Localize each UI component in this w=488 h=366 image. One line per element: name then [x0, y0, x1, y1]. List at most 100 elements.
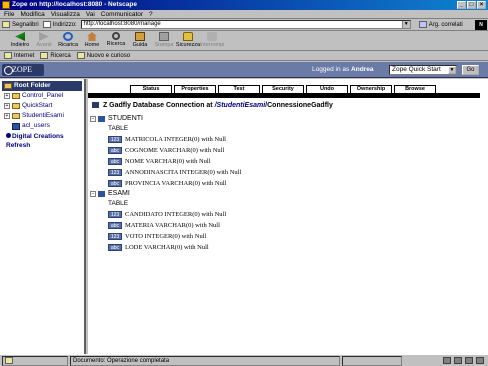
zope-logo[interactable]: ZOPE — [2, 64, 44, 76]
bookmark-icon — [2, 21, 10, 28]
column-row: abc COGNOME VARCHAR(0) with Null — [90, 145, 470, 156]
address-label-group: Indirizzo: — [42, 21, 77, 28]
table-name: STUDENTI — [108, 115, 143, 122]
root-folder-link[interactable]: Root Folder — [2, 81, 82, 91]
internet-link[interactable]: Internet — [4, 52, 34, 59]
menu-view[interactable]: Visualizza — [51, 10, 80, 18]
stop-button[interactable]: Interrompi — [200, 31, 224, 51]
column-label: LODE VARCHAR(0) with Null — [125, 244, 209, 251]
column-label: NOME VARCHAR(0) with Null — [125, 158, 211, 165]
printer-icon — [159, 32, 169, 41]
related-icon — [418, 21, 427, 28]
column-label: PROVINCIA VARCHAR(0) with Null — [125, 180, 227, 187]
back-button[interactable]: Indietro — [8, 31, 32, 51]
new-link[interactable]: Nuovo e curioso — [76, 52, 130, 59]
column-label: VOTO INTEGER(0) with Null — [125, 233, 207, 240]
table-kind: TABLE — [108, 200, 129, 207]
refresh-link[interactable]: Refresh — [0, 141, 84, 150]
logged-in-user: Andrea — [351, 66, 374, 73]
forward-label: Avanti — [36, 42, 52, 48]
collapse-icon[interactable]: − — [90, 191, 96, 197]
minimize-button[interactable]: _ — [457, 1, 466, 9]
component-bar — [404, 356, 488, 366]
breadcrumb-current: ConnessioneGadfly — [267, 102, 333, 109]
tab-browse[interactable]: Browse — [394, 85, 436, 93]
forward-button[interactable]: Avanti — [32, 31, 56, 51]
reload-button[interactable]: Ricarica — [56, 31, 80, 51]
logged-in-prefix: Logged in as — [312, 66, 350, 73]
address-book-icon[interactable] — [476, 357, 484, 364]
breadcrumb-path-link[interactable]: /StudentiEsami — [215, 102, 266, 109]
tree-item-label: Control_Panel — [22, 92, 64, 99]
back-arrow-icon — [15, 32, 25, 41]
tree-item-quickstart[interactable]: + QuickStart — [0, 101, 84, 111]
integer-type-icon: 123 — [108, 169, 122, 176]
mail-icon[interactable] — [454, 357, 462, 364]
tree-item-studentiesami[interactable]: + StudentiEsami — [0, 111, 84, 121]
related-label: Arg. correlati — [428, 21, 463, 28]
maximize-button[interactable]: □ — [467, 1, 476, 9]
menu-file[interactable]: File — [4, 10, 14, 18]
expand-icon[interactable]: + — [4, 113, 10, 119]
security-status[interactable] — [2, 355, 68, 366]
user-folder-icon — [12, 123, 20, 130]
composer-icon[interactable] — [465, 357, 473, 364]
navigator-icon[interactable] — [443, 357, 451, 364]
security-button[interactable]: Sicurezza — [176, 31, 200, 51]
search-button[interactable]: Ricerca — [104, 31, 128, 51]
quick-start-value: Zope Quick Start — [392, 66, 441, 73]
tree-item-control-panel[interactable]: + Control_Panel — [0, 91, 84, 101]
expand-icon[interactable]: + — [4, 93, 10, 99]
guide-icon — [135, 32, 145, 41]
table-node-studenti[interactable]: − STUDENTI — [90, 114, 470, 124]
home-button[interactable]: Home — [80, 31, 104, 51]
column-label: MATERIA VARCHAR(0) with Null — [125, 222, 220, 229]
menu-edit[interactable]: Modifica — [20, 10, 44, 18]
tab-undo[interactable]: Undo — [306, 85, 348, 93]
tab-underline — [88, 93, 480, 98]
related-button[interactable]: Arg. correlati — [418, 21, 463, 28]
column-row: abc NOME VARCHAR(0) with Null — [90, 156, 470, 167]
location-bar: Segnalibri Indirizzo: http://localhost:8… — [0, 19, 488, 31]
menu-communicator[interactable]: Communicator — [101, 10, 143, 18]
table-icon — [98, 191, 105, 197]
bookmarks-button[interactable]: Segnalibri — [2, 21, 39, 28]
folder-icon — [12, 103, 20, 109]
print-label: Stampa — [154, 42, 174, 48]
tree-item-label: acl_users — [22, 122, 50, 129]
back-label: Indietro — [10, 42, 30, 48]
tab-ownership[interactable]: Ownership — [350, 85, 392, 93]
chevron-down-icon[interactable]: ▼ — [448, 66, 456, 74]
tab-test[interactable]: Test — [218, 85, 260, 93]
personal-toolbar: Internet Ricerca Nuovo e curioso — [0, 51, 488, 61]
tab-status[interactable]: Status — [130, 85, 172, 93]
column-row: 123 ANNODINASCITA INTEGER(0) with Null — [90, 167, 470, 178]
tab-properties[interactable]: Properties — [174, 85, 216, 93]
tree-item-acl-users[interactable]: acl_users — [0, 121, 84, 131]
lock-icon — [183, 32, 193, 41]
menu-bar: File Modifica Visualizza Vai Communicato… — [0, 10, 488, 19]
tab-security[interactable]: Security — [262, 85, 304, 93]
guide-button[interactable]: Guida — [128, 31, 152, 51]
root-folder-label: Root Folder — [14, 82, 51, 89]
menu-go[interactable]: Vai — [86, 10, 95, 18]
page-icon — [42, 21, 51, 28]
table-node-esami[interactable]: − ESAMI — [90, 189, 470, 199]
new-page-icon — [76, 52, 85, 59]
print-button[interactable]: Stampa — [152, 31, 176, 51]
url-input[interactable]: http://localhost:8080/manage ▼ — [80, 20, 411, 29]
collapse-icon[interactable]: − — [90, 116, 96, 122]
digital-creations-link[interactable]: Digital Creations — [0, 132, 84, 141]
search-link[interactable]: Ricerca — [40, 52, 71, 59]
quick-start-select[interactable]: Zope Quick Start ▼ — [389, 65, 457, 75]
menu-help[interactable]: ? — [149, 10, 153, 18]
table-name: ESAMI — [108, 190, 130, 197]
integer-type-icon: 123 — [108, 136, 122, 143]
internet-label: Internet — [14, 52, 35, 59]
go-button[interactable]: Go — [462, 65, 479, 75]
chevron-down-icon[interactable]: ▼ — [401, 21, 410, 28]
reload-icon — [63, 32, 73, 41]
expand-icon[interactable]: + — [4, 103, 10, 109]
close-button[interactable]: × — [477, 1, 486, 9]
tab-bar: Status Properties Test Security Undo Own… — [88, 82, 480, 93]
